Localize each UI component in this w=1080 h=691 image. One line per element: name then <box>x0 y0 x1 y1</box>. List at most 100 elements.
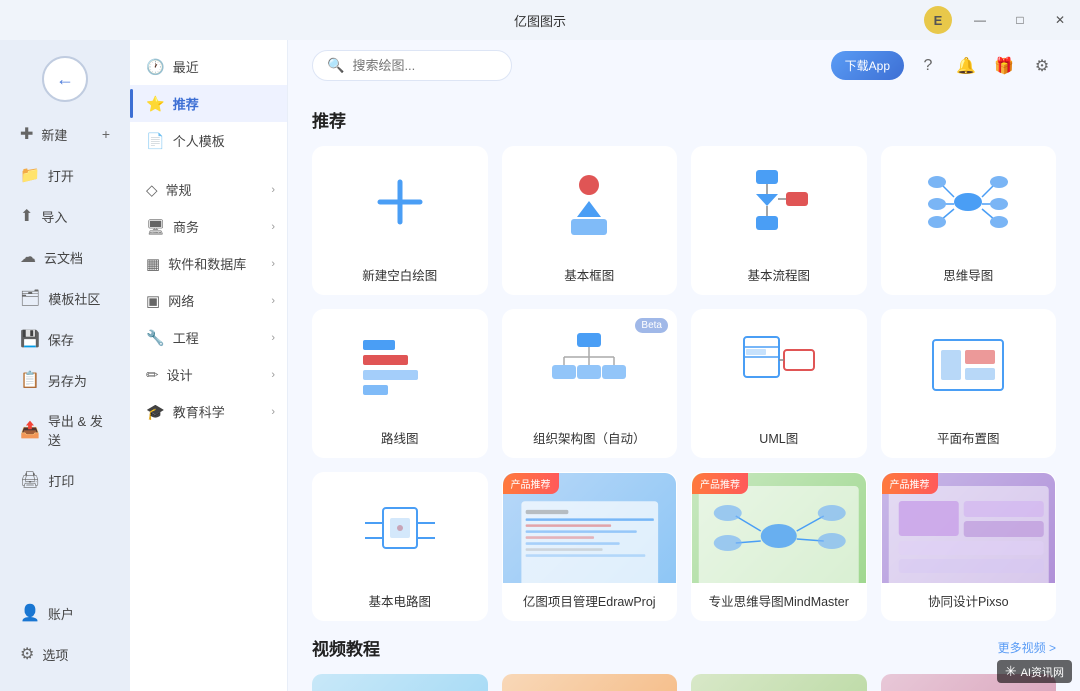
search-bar[interactable]: 🔍 <box>312 50 512 81</box>
edrawproj-preview-svg <box>511 497 669 583</box>
engineering-icon: 🔧 <box>146 329 165 347</box>
template-card-uml[interactable]: UML图 <box>691 309 867 458</box>
circuit-svg <box>355 488 445 568</box>
personal-icon: 📄 <box>146 132 165 150</box>
chevron-icon: › <box>271 258 275 270</box>
template-icon: 🗂 <box>20 288 40 308</box>
chevron-icon: › <box>271 406 275 418</box>
sidebar-item-save[interactable]: 💾 保存 <box>6 319 124 359</box>
account-icon: 👤 <box>20 603 40 623</box>
options-icon: ⚙ <box>20 644 34 664</box>
template-card-label-basic-flow: 基本流程图 <box>747 257 810 294</box>
back-button[interactable]: ← <box>42 56 88 102</box>
mid-nav-design[interactable]: ✏ 设计 › <box>130 356 287 393</box>
chevron-icon: › <box>271 332 275 344</box>
open-icon: 📁 <box>20 165 40 185</box>
cloud-icon: ☁ <box>20 247 36 267</box>
watermark-text: AI资讯网 <box>1021 664 1064 680</box>
mid-nav-recent[interactable]: 🕐 最近 <box>130 48 287 85</box>
template-card-mind-map[interactable]: 思维导图 <box>881 146 1057 295</box>
left-sidebar-top: ← ✚ 新建 + 📁 打开 ⬆ 导入 ☁ 云文档 🗂 模板社区 <box>0 48 130 592</box>
template-card-basic-frame[interactable]: 基本框图 <box>502 146 678 295</box>
mid-nav-network[interactable]: ▣ 网络 › <box>130 282 287 319</box>
more-videos-link[interactable]: 更多视频 > <box>998 639 1056 656</box>
sidebar-item-print[interactable]: 🖨 打印 <box>6 460 124 500</box>
basic-flow-svg <box>736 162 821 242</box>
template-card-label-basic-frame: 基本框图 <box>564 257 614 294</box>
template-card-circuit[interactable]: 基本电路图 <box>312 472 488 621</box>
video-card-2[interactable] <box>502 674 678 691</box>
template-card-route[interactable]: 路线图 <box>312 309 488 458</box>
main-content: 🔍 下载App ? 🔔 🎁 ⚙ 推荐 <box>288 40 1080 691</box>
close-button[interactable]: ✕ <box>1040 0 1080 40</box>
maximize-button[interactable]: □ <box>1000 0 1040 40</box>
sidebar-item-options[interactable]: ⚙ 选项 <box>6 634 124 674</box>
general-icon: ◇ <box>146 181 158 199</box>
video-card-3[interactable] <box>691 674 867 691</box>
template-card-edrawproj[interactable]: 产品推荐 亿图项目管理EdrawProj <box>502 472 678 621</box>
search-input[interactable] <box>352 58 492 73</box>
pixso-preview-svg <box>882 481 1056 583</box>
template-card-img-edrawproj: 产品推荐 <box>503 473 677 583</box>
template-grid-row3: 基本电路图 产品推荐 <box>312 472 1056 621</box>
watermark: ✳ AI资讯网 <box>997 660 1072 683</box>
template-card-org-chart[interactable]: Beta 组织架构图（自动） <box>502 309 678 458</box>
template-card-flat-layout[interactable]: 平面布置图 <box>881 309 1057 458</box>
chevron-icon: › <box>271 221 275 233</box>
template-card-label-org-chart: 组织架构图（自动） <box>533 420 646 457</box>
mid-nav-education[interactable]: 🎓 教育科学 › <box>130 393 287 430</box>
sidebar-item-template[interactable]: 🗂 模板社区 <box>6 278 124 318</box>
export-icon: 📤 <box>20 420 40 440</box>
video-section-title: 视频教程 <box>312 635 380 660</box>
template-card-label-pixso: 协同设计Pixso <box>928 583 1009 620</box>
content-header: 🔍 下载App ? 🔔 🎁 ⚙ <box>312 40 1056 91</box>
template-card-mindmaster[interactable]: 产品推荐 专业思维导图MindMaster <box>691 472 867 621</box>
mid-nav-general[interactable]: ◇ 常规 › <box>130 171 287 208</box>
product-badge-pixso: 产品推荐 <box>882 473 938 494</box>
template-card-label-uml: UML图 <box>759 420 798 457</box>
sidebar-item-new[interactable]: ✚ 新建 + <box>6 114 124 154</box>
plus-icon[interactable]: + <box>102 126 110 142</box>
recommend-section-title: 推荐 <box>312 107 1056 132</box>
template-card-img-new-blank <box>313 147 487 257</box>
sidebar-item-open[interactable]: 📁 打开 <box>6 155 124 195</box>
chevron-icon: › <box>271 295 275 307</box>
sidebar-item-cloud[interactable]: ☁ 云文档 <box>6 237 124 277</box>
education-icon: 🎓 <box>146 403 165 421</box>
titlebar: 亿图图示 E — □ ✕ <box>0 0 1080 40</box>
network-icon: ▣ <box>146 292 160 310</box>
sidebar-item-account[interactable]: 👤 账户 <box>6 593 124 633</box>
left-sidebar-bottom: 👤 账户 ⚙ 选项 <box>0 592 130 683</box>
help-icon-button[interactable]: ? <box>914 52 942 80</box>
flat-layout-svg <box>923 325 1013 405</box>
gift-icon-button[interactable]: 🎁 <box>990 52 1018 80</box>
template-card-basic-flow[interactable]: 基本流程图 <box>691 146 867 295</box>
mid-nav-personal[interactable]: 📄 个人模板 <box>130 122 287 159</box>
template-grid-row2: 路线图 Beta <box>312 309 1056 458</box>
template-card-label-mindmaster: 专业思维导图MindMaster <box>709 583 849 620</box>
template-card-new-blank[interactable]: 新建空白绘图 <box>312 146 488 295</box>
recommend-icon: ⭐ <box>146 95 165 113</box>
mid-nav-engineering[interactable]: 🔧 工程 › <box>130 319 287 356</box>
sidebar-item-import[interactable]: ⬆ 导入 <box>6 196 124 236</box>
user-avatar[interactable]: E <box>924 6 952 34</box>
template-card-img-uml <box>692 310 866 420</box>
mid-nav-business[interactable]: 🖥 商务 › <box>130 208 287 245</box>
settings-icon-button[interactable]: ⚙ <box>1028 52 1056 80</box>
bell-icon-button[interactable]: 🔔 <box>952 52 980 80</box>
mid-nav-recommend[interactable]: ⭐ 推荐 <box>130 85 287 122</box>
mid-nav-software-db[interactable]: ▦ 软件和数据库 › <box>130 245 287 282</box>
download-app-button[interactable]: 下载App <box>831 51 904 80</box>
template-card-img-mind-map <box>882 147 1056 257</box>
template-card-pixso[interactable]: 产品推荐 协同设计Pixso <box>881 472 1057 621</box>
new-icon: ✚ <box>20 124 33 144</box>
video-card-1[interactable] <box>312 674 488 691</box>
template-grid-row1: 新建空白绘图 基本框图 <box>312 146 1056 295</box>
header-actions: 下载App ? 🔔 🎁 ⚙ <box>831 51 1056 80</box>
sidebar-item-save-as[interactable]: 📋 另存为 <box>6 360 124 400</box>
sidebar-item-export[interactable]: 📤 导出 & 发送 <box>6 401 124 459</box>
route-svg <box>355 325 445 405</box>
minimize-button[interactable]: — <box>960 0 1000 40</box>
business-icon: 🖥 <box>146 218 165 236</box>
template-card-label-circuit: 基本电路图 <box>368 583 431 620</box>
